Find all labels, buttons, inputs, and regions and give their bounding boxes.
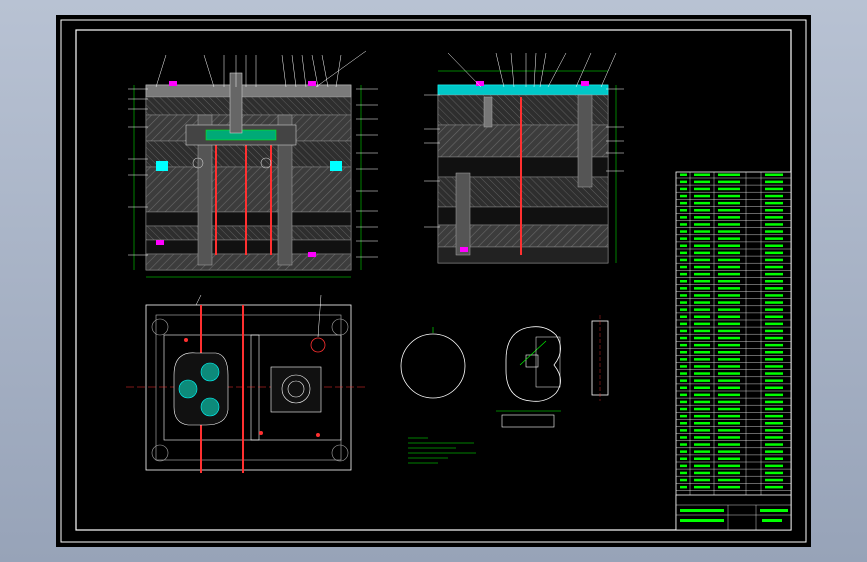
part-profile-icon [496, 326, 561, 428]
technical-notes [408, 437, 476, 464]
outline-circle-icon [400, 327, 466, 399]
side-section-view [424, 52, 624, 264]
parts-list-table [675, 171, 792, 531]
plan-view [126, 294, 366, 473]
cad-viewport[interactable] [56, 15, 811, 547]
side-view-icon [591, 315, 609, 401]
front-section-view [128, 50, 378, 278]
drawing-sheet [60, 19, 807, 543]
title-block [675, 494, 792, 531]
